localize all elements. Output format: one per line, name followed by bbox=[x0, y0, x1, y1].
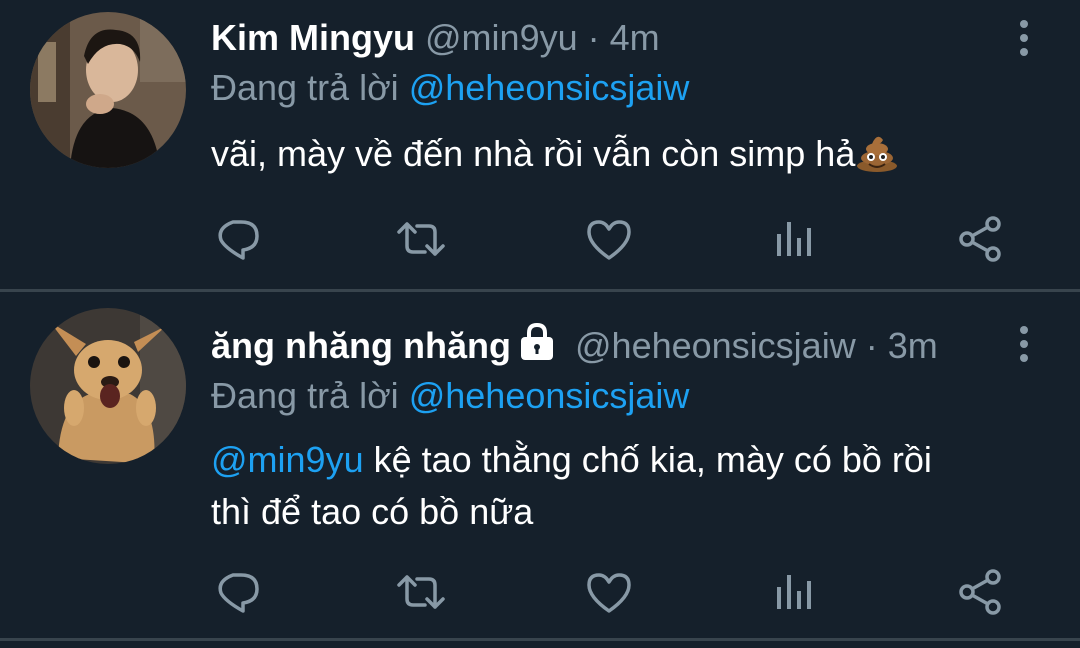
separator: · bbox=[865, 325, 878, 366]
reply-button[interactable] bbox=[211, 567, 263, 617]
tweet-feed: Kim Mingyu @min9yu · 4m Đang trả lời @he… bbox=[0, 0, 1080, 648]
replying-label: Đang trả lời bbox=[211, 67, 399, 108]
mention-link[interactable]: @min9yu bbox=[211, 439, 364, 480]
display-name[interactable]: Kim Mingyu bbox=[211, 17, 415, 58]
more-options-icon[interactable] bbox=[1014, 324, 1034, 364]
avatar[interactable] bbox=[30, 308, 186, 464]
replying-to-link[interactable]: @heheonsicsjaiw bbox=[409, 375, 690, 416]
retweet-icon bbox=[397, 575, 445, 609]
analytics-icon bbox=[777, 575, 811, 609]
retweet-button[interactable] bbox=[395, 214, 447, 264]
share-button[interactable] bbox=[955, 214, 1007, 264]
tweet-content: Kim Mingyu @min9yu · 4m Đang trả lời @he… bbox=[211, 14, 1020, 180]
avatar[interactable] bbox=[30, 12, 186, 168]
like-button[interactable] bbox=[583, 214, 635, 264]
replying-label: Đang trả lời bbox=[211, 375, 399, 416]
retweet-button[interactable] bbox=[395, 567, 447, 617]
reply-button[interactable] bbox=[211, 214, 263, 264]
tweet-text: vãi, mày về đến nhà rồi vẫn còn simp hả bbox=[211, 128, 1020, 180]
tweet-text-line-2: thì để tao có bồ nữa bbox=[211, 491, 534, 532]
tweet-content: ăng nhăng nhăng @heheonsicsjaiw · 3m Đan… bbox=[211, 322, 1020, 538]
tweet[interactable]: ăng nhăng nhăng @heheonsicsjaiw · 3m Đan… bbox=[0, 292, 1080, 638]
like-icon bbox=[587, 573, 631, 613]
like-icon bbox=[587, 220, 631, 260]
lock-icon bbox=[515, 322, 559, 362]
tweet-text-line-1: kệ tao thằng chố kia, mày có bồ rồi bbox=[363, 439, 932, 480]
avatar-photo-dog bbox=[30, 308, 186, 464]
tweet-text: @min9yu kệ tao thằng chố kia, mày có bồ … bbox=[211, 434, 1020, 538]
user-handle[interactable]: @min9yu bbox=[425, 17, 578, 58]
timestamp[interactable]: 3m bbox=[888, 325, 938, 366]
tweet-text-content: vãi, mày về đến nhà rồi vẫn còn simp hả bbox=[211, 133, 856, 174]
analytics-button[interactable] bbox=[767, 214, 819, 264]
user-handle[interactable]: @heheonsicsjaiw bbox=[575, 325, 856, 366]
tweet-actions bbox=[211, 214, 1011, 264]
retweet-icon bbox=[397, 222, 445, 256]
tweet-header: Kim Mingyu @min9yu · 4m bbox=[211, 14, 1020, 62]
share-button[interactable] bbox=[955, 567, 1007, 617]
share-icon bbox=[959, 569, 1001, 615]
reply-icon bbox=[218, 220, 259, 260]
share-icon bbox=[959, 216, 1001, 262]
replying-to: Đang trả lời @heheonsicsjaiw bbox=[211, 64, 1020, 112]
pile-of-poo-icon bbox=[855, 132, 899, 172]
separator: · bbox=[587, 17, 600, 58]
analytics-icon bbox=[777, 222, 811, 256]
avatar-photo-person bbox=[30, 12, 186, 168]
more-options-icon[interactable] bbox=[1014, 18, 1034, 58]
like-button[interactable] bbox=[583, 567, 635, 617]
replying-to: Đang trả lời @heheonsicsjaiw bbox=[211, 372, 1020, 420]
timestamp[interactable]: 4m bbox=[610, 17, 660, 58]
tweet[interactable]: Kim Mingyu @min9yu · 4m Đang trả lời @he… bbox=[0, 0, 1080, 289]
display-name[interactable]: ăng nhăng nhăng bbox=[211, 325, 511, 366]
tweet-actions bbox=[211, 567, 1011, 617]
reply-icon bbox=[218, 573, 259, 613]
replying-to-link[interactable]: @heheonsicsjaiw bbox=[409, 67, 690, 108]
analytics-button[interactable] bbox=[767, 567, 819, 617]
tweet-header: ăng nhăng nhăng @heheonsicsjaiw · 3m bbox=[211, 322, 1020, 370]
divider bbox=[0, 638, 1080, 641]
